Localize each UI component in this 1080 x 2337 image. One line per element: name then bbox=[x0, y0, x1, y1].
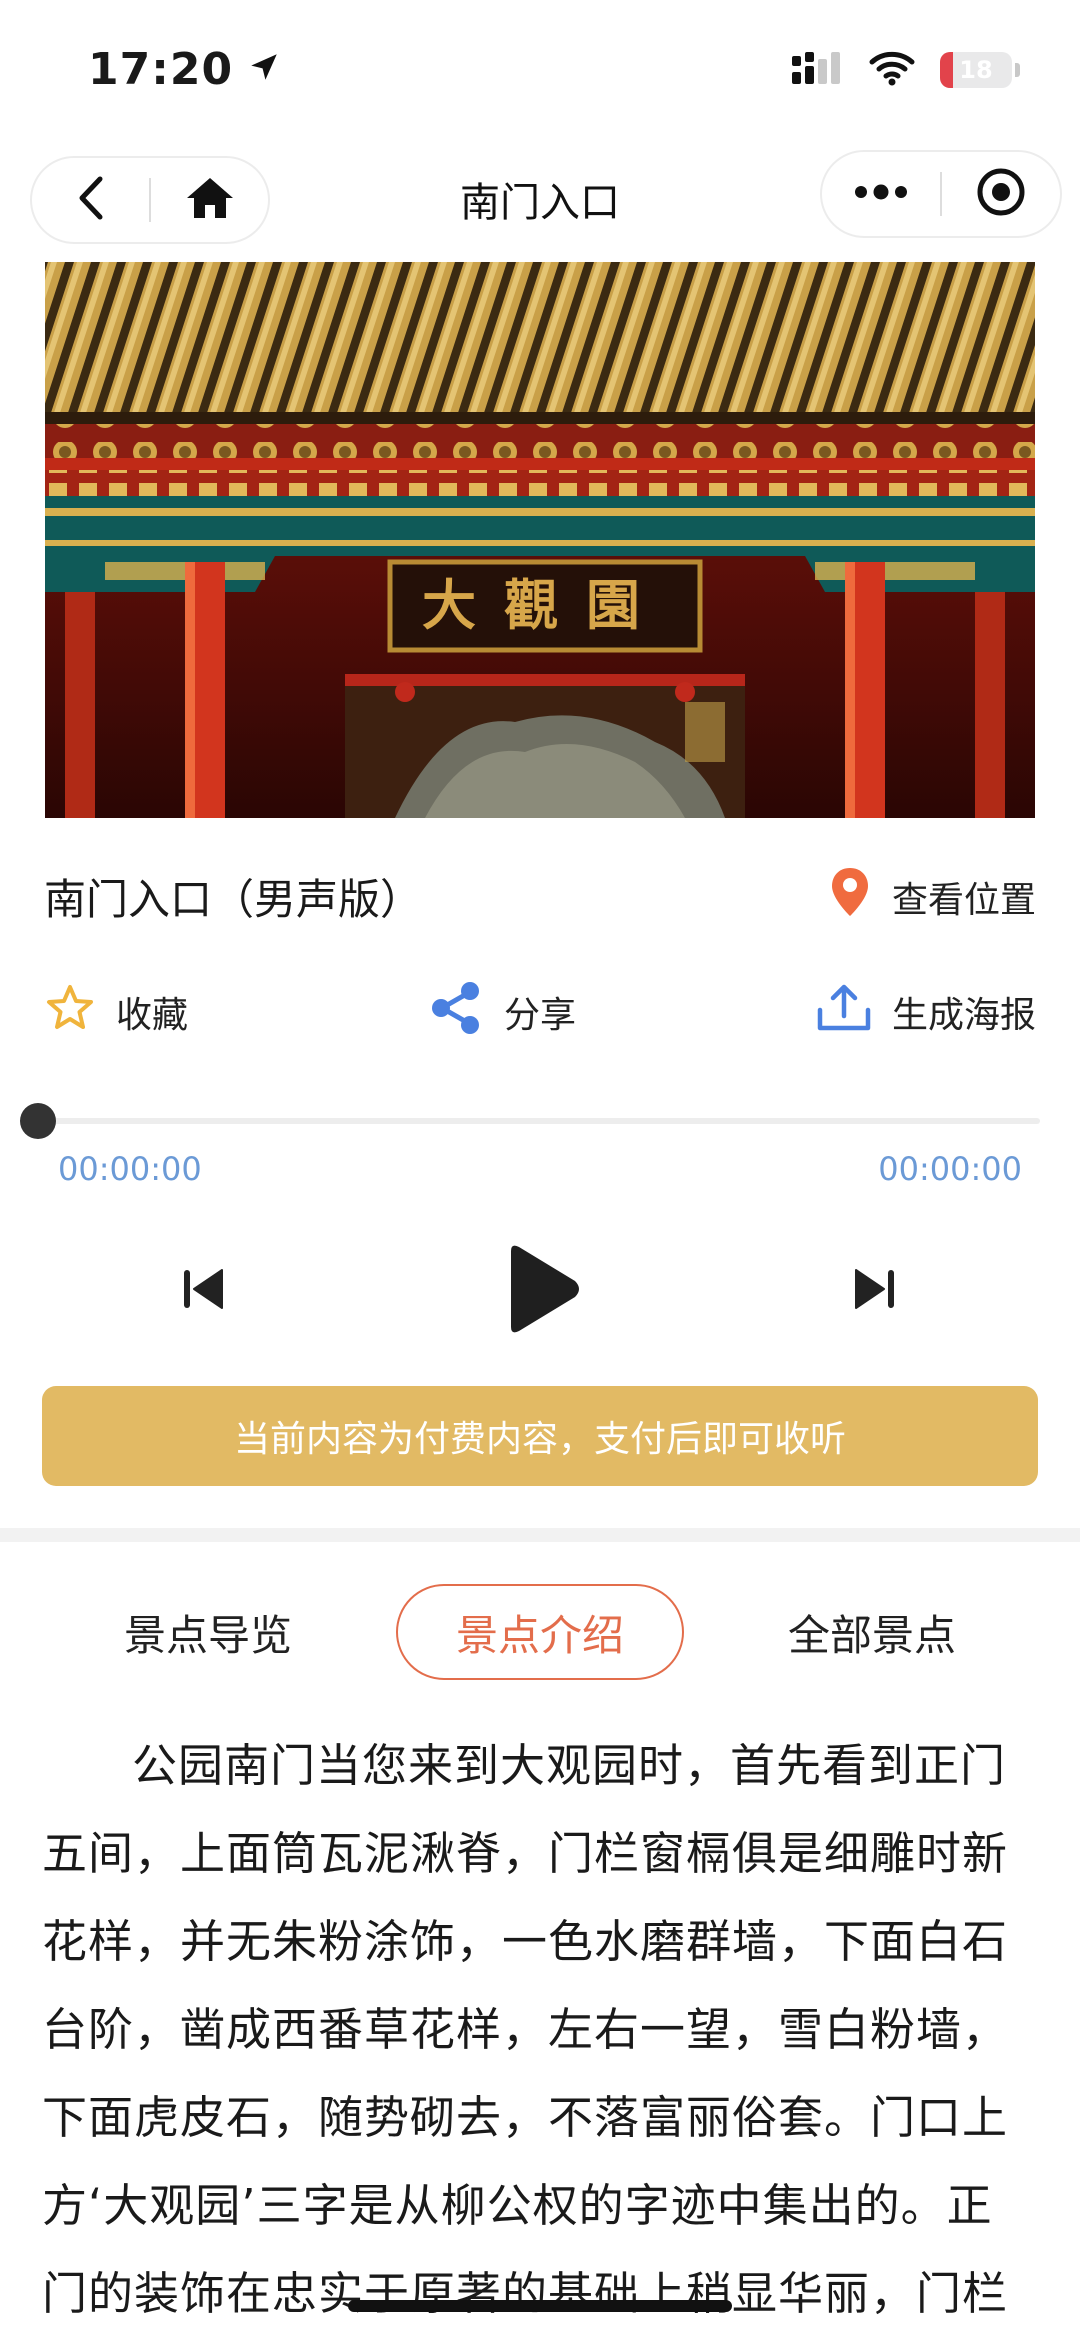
play-button[interactable] bbox=[490, 1236, 590, 1346]
status-time-text: 17:20 bbox=[88, 44, 234, 95]
player-controls bbox=[0, 1236, 1080, 1346]
tab-introduction-label: 景点介绍 bbox=[455, 1610, 624, 1660]
next-button[interactable] bbox=[842, 1258, 908, 1324]
progress-knob[interactable] bbox=[20, 1103, 56, 1139]
previous-button[interactable] bbox=[170, 1258, 236, 1324]
battery-level: 18 bbox=[959, 56, 993, 84]
more-button[interactable] bbox=[822, 152, 940, 236]
status-icons: 18 bbox=[790, 50, 1020, 90]
tab-all-spots[interactable]: 全部景点 bbox=[752, 1584, 992, 1680]
tab-introduction[interactable]: 景点介绍 bbox=[396, 1584, 684, 1680]
wifi-icon bbox=[868, 50, 916, 90]
view-location-label: 查看位置 bbox=[891, 879, 1036, 921]
generate-poster-button[interactable]: 生成海报 bbox=[816, 982, 1036, 1043]
tab-guide[interactable]: 景点导览 bbox=[88, 1584, 328, 1680]
favorite-button[interactable]: 收藏 bbox=[44, 983, 188, 1042]
section-divider bbox=[0, 1528, 1080, 1542]
current-time: 00:00:00 bbox=[58, 1150, 202, 1188]
share-label: 分享 bbox=[503, 995, 576, 1036]
previous-icon bbox=[178, 1264, 228, 1318]
pay-banner[interactable]: 当前内容为付费内容，支付后即可收听 bbox=[42, 1386, 1038, 1486]
play-icon bbox=[497, 1241, 583, 1341]
battery: 18 bbox=[940, 52, 1012, 88]
favorite-label: 收藏 bbox=[116, 995, 189, 1036]
battery-icon: 18 bbox=[940, 52, 1020, 88]
close-miniprogram-icon bbox=[976, 167, 1026, 221]
tab-bar: 景点导览 景点介绍 全部景点 bbox=[0, 1584, 1080, 1680]
next-icon bbox=[850, 1264, 900, 1318]
signal-icon bbox=[790, 50, 844, 90]
action-row: 收藏 分享 生成海报 bbox=[44, 980, 1036, 1044]
article-text: 公园南门当您来到大观园时，首先看到正门五间，上面筒瓦泥湫脊，门栏窗槅俱是细雕时新… bbox=[42, 1739, 1009, 2320]
view-location-button[interactable]: 查看位置 bbox=[830, 866, 1036, 927]
total-time: 00:00:00 bbox=[878, 1150, 1022, 1188]
plaque-text: 大觀園 bbox=[422, 573, 668, 637]
tab-all-spots-label: 全部景点 bbox=[787, 1610, 956, 1660]
close-miniprogram-button[interactable] bbox=[942, 152, 1060, 236]
star-icon bbox=[44, 983, 96, 1042]
more-icon bbox=[853, 184, 909, 204]
status-time: 17:20 bbox=[88, 44, 281, 95]
nav-right-capsule bbox=[820, 150, 1062, 238]
status-bar: 17:20 18 bbox=[0, 0, 1080, 140]
map-pin-icon bbox=[830, 866, 870, 927]
battery-fill bbox=[940, 52, 953, 88]
tab-guide-label: 景点导览 bbox=[123, 1610, 292, 1660]
gate-illustration: 大觀園 bbox=[45, 262, 1035, 818]
progress-slider[interactable] bbox=[20, 1103, 1040, 1139]
location-arrow-icon bbox=[247, 44, 281, 95]
generate-poster-label: 生成海报 bbox=[891, 995, 1036, 1036]
pay-banner-text: 当前内容为付费内容，支付后即可收听 bbox=[233, 1419, 846, 1460]
share-icon bbox=[428, 980, 484, 1045]
home-indicator bbox=[348, 2300, 732, 2312]
battery-cap bbox=[1015, 63, 1020, 77]
share-button[interactable]: 分享 bbox=[428, 980, 576, 1045]
hero-image: 大觀園 bbox=[45, 262, 1035, 818]
page: 17:20 18 南门入口 大觀園 南门入口（男声版） 查看位置 收藏 分享 生… bbox=[0, 0, 1080, 2337]
upload-icon bbox=[816, 982, 872, 1043]
track-title: 南门入口（男声版） bbox=[44, 875, 423, 924]
